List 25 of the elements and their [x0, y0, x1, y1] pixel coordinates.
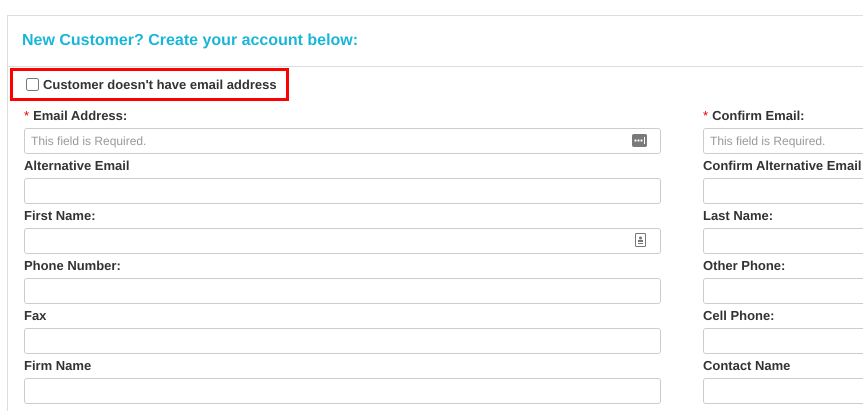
- no-email-checkbox-row[interactable]: Customer doesn't have email address: [10, 68, 289, 101]
- checkbox[interactable]: [26, 78, 39, 91]
- field-label: Other Phone:: [703, 257, 786, 275]
- field-label: Firm Name: [24, 357, 92, 375]
- input-field[interactable]: [24, 328, 661, 354]
- input-field[interactable]: [24, 228, 661, 254]
- field-label: Last Name:: [703, 207, 774, 225]
- field-label: Alternative Email: [24, 157, 130, 175]
- field-label: Phone Number:: [24, 257, 122, 275]
- checkbox-label: Customer doesn't have email address: [43, 76, 277, 94]
- field-label: Fax: [24, 307, 48, 325]
- field-label: Cell Phone:: [703, 307, 776, 325]
- field-label: * Email Address:: [24, 107, 128, 125]
- field-label: Confirm Alternative Email: [703, 157, 862, 175]
- input-field[interactable]: [24, 378, 661, 404]
- input-field[interactable]: This field is Required.: [703, 128, 863, 154]
- password-dots-icon[interactable]: [632, 134, 647, 147]
- field-label: Contact Name: [703, 357, 792, 375]
- input-field[interactable]: [24, 178, 661, 204]
- contact-card-icon[interactable]: [635, 233, 646, 247]
- field-label: First Name:: [24, 207, 97, 225]
- field-label: * Confirm Email:: [703, 107, 806, 125]
- input-field[interactable]: [24, 278, 661, 304]
- section-heading: New Customer? Create your account below:: [22, 31, 358, 51]
- input-field[interactable]: This field is Required.: [24, 128, 661, 154]
